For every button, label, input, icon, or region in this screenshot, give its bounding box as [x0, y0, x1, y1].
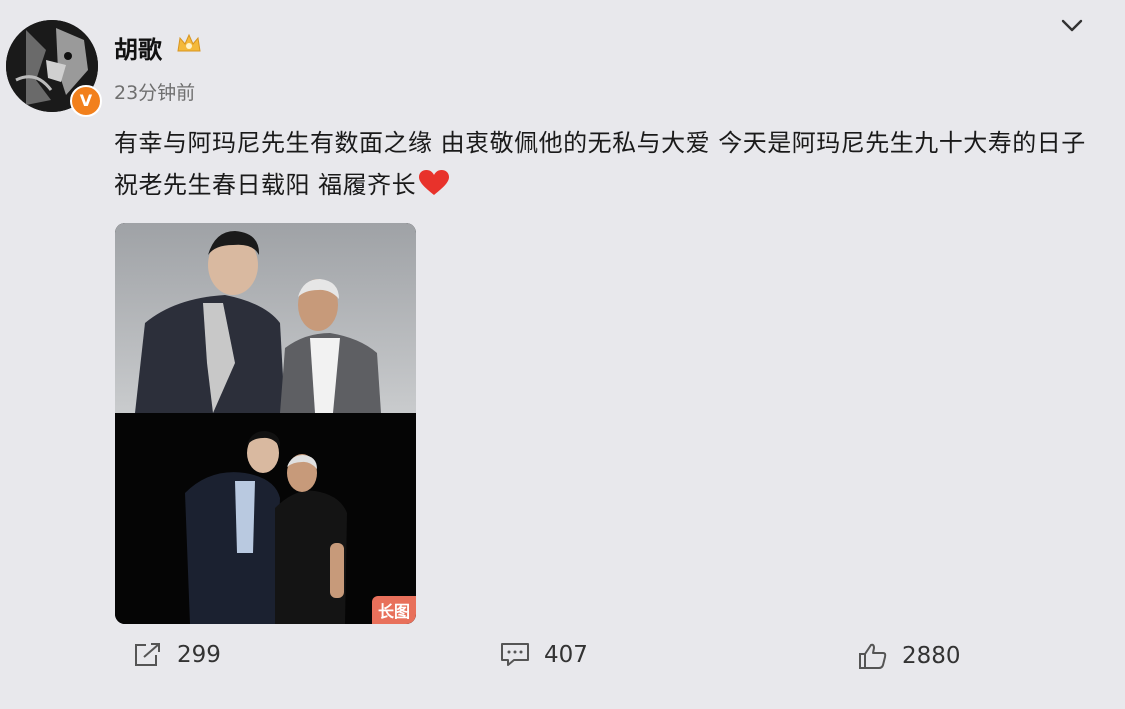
comment-count: 407	[544, 642, 588, 668]
long-image-badge: 长图	[371, 596, 416, 624]
post-body: 有幸与阿玛尼先生有数面之缘 由衷敬佩他的无私与大爱 今天是阿玛尼先生九十大寿的日…	[114, 129, 1086, 199]
weibo-post-card: V 胡歌 23分钟前 有幸与阿玛尼先生有数面之缘 由衷敬佩他的无私与大爱 今天是…	[0, 0, 1125, 700]
chevron-down-icon[interactable]	[1060, 16, 1084, 34]
like-button[interactable]: 2880	[858, 642, 961, 670]
share-count: 299	[177, 642, 221, 668]
post-photo	[115, 223, 416, 624]
comment-button[interactable]: 407	[500, 642, 588, 668]
crown-icon	[177, 33, 201, 52]
thumbs-up-icon	[859, 643, 887, 669]
comment-icon	[501, 643, 529, 666]
post-text: 有幸与阿玛尼先生有数面之缘 由衷敬佩他的无私与大爱 今天是阿玛尼先生九十大寿的日…	[114, 122, 1104, 206]
heart-icon	[419, 170, 450, 195]
post-image[interactable]: 长图	[115, 223, 416, 624]
share-icon	[135, 643, 160, 666]
username[interactable]: 胡歌	[114, 30, 162, 65]
verified-badge: V	[70, 85, 102, 117]
like-count: 2880	[902, 643, 961, 669]
share-button[interactable]: 299	[133, 642, 221, 668]
post-time: 23分钟前	[114, 82, 196, 104]
